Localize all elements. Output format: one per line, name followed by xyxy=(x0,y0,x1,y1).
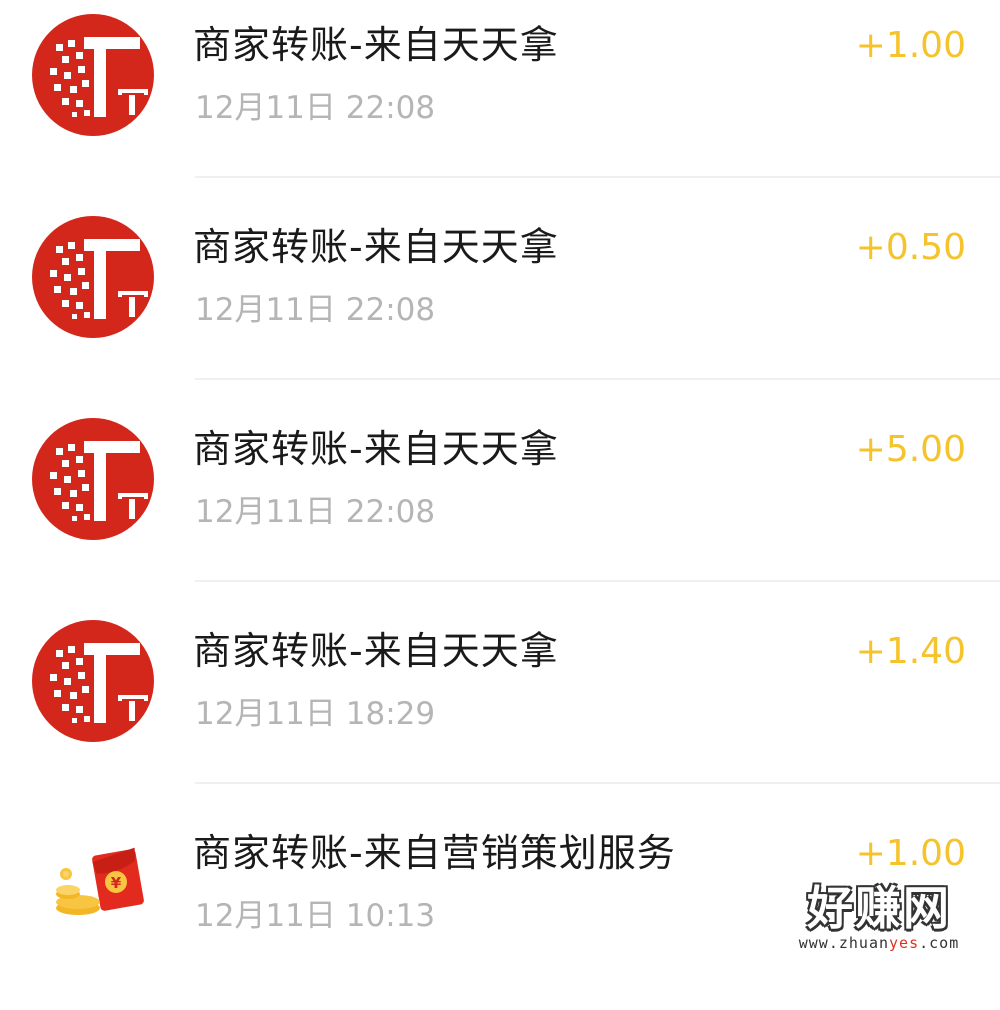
transaction-amount: +5.00 xyxy=(855,429,966,470)
transaction-title: 商家转账-来自天天拿 xyxy=(193,629,559,673)
row-divider xyxy=(195,176,1000,178)
red-envelope-coins-icon: ¥ xyxy=(32,822,154,944)
transaction-list: 商家转账-来自天天拿 12月11日 22:08 +1.00 商家转账-来自天天拿… xyxy=(0,0,1000,970)
tiantianna-logo-icon xyxy=(32,216,154,338)
transaction-amount: +1.40 xyxy=(855,631,966,672)
transaction-row[interactable]: 商家转账-来自天天拿 12月11日 22:08 +0.50 xyxy=(0,202,1000,404)
watermark-url: www.zhuanyes.com xyxy=(798,934,960,952)
transaction-time: 12月11日 22:08 xyxy=(195,292,436,328)
transaction-amount: +1.00 xyxy=(855,25,966,66)
transaction-row[interactable]: 商家转账-来自天天拿 12月11日 18:29 +1.40 xyxy=(0,606,1000,808)
transaction-amount: +0.50 xyxy=(855,227,966,268)
row-divider xyxy=(195,782,1000,784)
watermark: 好赚网 www.zhuanyes.com xyxy=(784,882,974,952)
transaction-row[interactable]: 商家转账-来自天天拿 12月11日 22:08 +1.00 xyxy=(0,0,1000,202)
transaction-row[interactable]: 商家转账-来自天天拿 12月11日 22:08 +5.00 xyxy=(0,404,1000,606)
row-divider xyxy=(195,580,1000,582)
transaction-title: 商家转账-来自天天拿 xyxy=(193,427,559,471)
transaction-time: 12月11日 22:08 xyxy=(195,494,436,530)
svg-text:¥: ¥ xyxy=(111,874,122,892)
transaction-title: 商家转账-来自营销策划服务 xyxy=(193,831,676,875)
tiantianna-logo-icon xyxy=(32,14,154,136)
watermark-logo: 好赚网 xyxy=(807,881,951,935)
transaction-time: 12月11日 22:08 xyxy=(195,90,436,126)
tiantianna-logo-icon xyxy=(32,620,154,742)
transaction-title: 商家转账-来自天天拿 xyxy=(193,23,559,67)
transaction-time: 12月11日 18:29 xyxy=(195,696,436,732)
transaction-time: 12月11日 10:13 xyxy=(195,898,436,934)
row-divider xyxy=(195,378,1000,380)
tiantianna-logo-icon xyxy=(32,418,154,540)
transaction-amount: +1.00 xyxy=(855,833,966,874)
transaction-title: 商家转账-来自天天拿 xyxy=(193,225,559,269)
